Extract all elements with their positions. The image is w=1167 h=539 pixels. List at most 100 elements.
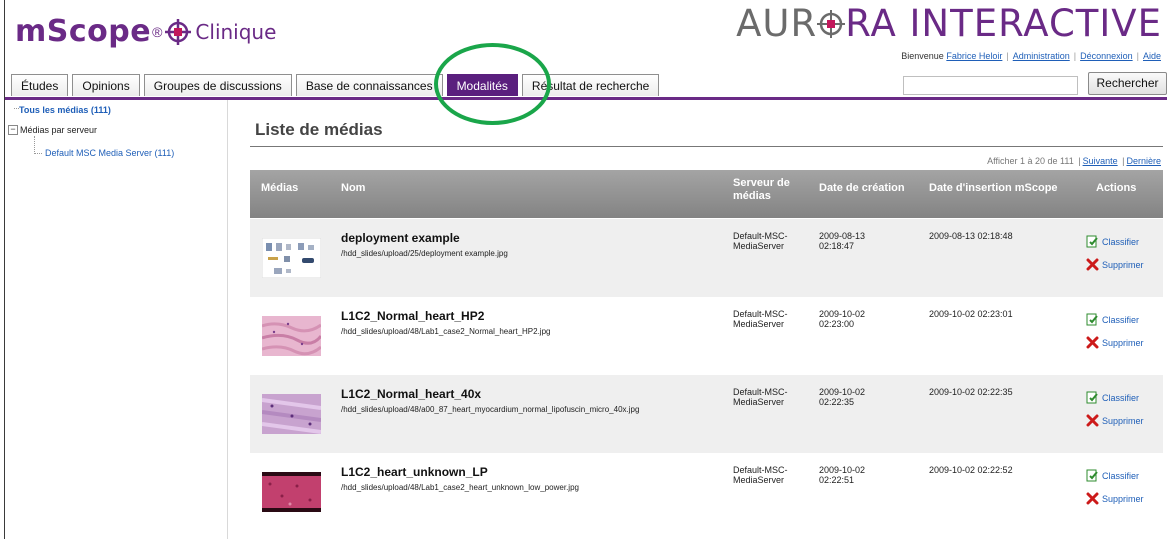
next-page-link[interactable]: Suivante <box>1083 156 1118 166</box>
logout-link[interactable]: Déconnexion <box>1080 51 1133 61</box>
search-input[interactable] <box>903 76 1078 95</box>
title-divider <box>250 146 1163 147</box>
media-server-line: MediaServer <box>733 241 785 251</box>
tree-item-media-by-server[interactable]: Médias par serveur <box>20 125 97 135</box>
classify-label: Classifier <box>1102 470 1140 481</box>
table-row[interactable]: L1C2_Normal_heart_40x /hdd_slides/upload… <box>250 375 1163 453</box>
tree-connector <box>34 136 35 154</box>
media-thumbnail[interactable] <box>262 472 321 512</box>
highlight-ellipse <box>434 43 551 125</box>
creation-date-time: 02:22:35 <box>819 397 855 407</box>
column-header-media[interactable]: Médias <box>261 182 298 194</box>
creation-date: 2009-10-02 02:23:00 <box>819 309 865 329</box>
creation-date-time: 02:23:00 <box>819 319 855 329</box>
classify-action[interactable]: Classifier <box>1086 235 1139 248</box>
column-header-server[interactable]: Serveur de médias <box>733 177 803 203</box>
tab-groupes-discussions[interactable]: Groupes de discussions <box>143 74 292 96</box>
media-server-line: MediaServer <box>733 475 785 485</box>
media-server-line: Default-MSC- <box>733 465 788 475</box>
aurora-interactive-logo: AUR RA INTERACTIVE <box>736 2 1162 45</box>
classify-label: Classifier <box>1102 314 1140 325</box>
media-thumbnail[interactable] <box>262 394 321 434</box>
media-server: Default-MSC- MediaServer <box>733 231 788 251</box>
classify-action[interactable]: Classifier <box>1086 469 1139 482</box>
media-server: Default-MSC- MediaServer <box>733 309 788 329</box>
tree-item-default-media-server[interactable]: Default MSC Media Server (111) <box>45 148 174 158</box>
document-check-icon <box>1086 469 1098 482</box>
media-server-line: Default-MSC- <box>733 309 788 319</box>
media-name[interactable]: L1C2_Normal_heart_HP2 <box>341 309 484 323</box>
classify-action[interactable]: Classifier <box>1086 313 1139 326</box>
pager-text: Afficher 1 à 20 de 111 <box>987 156 1074 166</box>
mscope-logo[interactable]: mScope ® Clinique <box>15 14 276 49</box>
creation-date-time: 02:18:47 <box>819 241 855 251</box>
tab-opinions[interactable]: Opinions <box>72 74 140 96</box>
red-x-icon <box>1086 336 1099 349</box>
delete-action[interactable]: Supprimer <box>1086 336 1144 349</box>
table-row[interactable]: L1C2_heart_unknown_LP /hdd_slides/upload… <box>250 453 1163 531</box>
delete-label: Supprimer <box>1102 415 1144 426</box>
crosshair-logo-icon <box>165 18 192 45</box>
classify-action[interactable]: Classifier <box>1086 391 1139 404</box>
document-check-icon <box>1086 391 1098 404</box>
media-server-line: MediaServer <box>733 397 785 407</box>
help-link[interactable]: Aide <box>1143 51 1161 61</box>
column-header-created[interactable]: Date de création <box>819 182 905 194</box>
creation-date-day: 2009-10-02 <box>819 309 866 319</box>
column-header-name[interactable]: Nom <box>341 182 365 194</box>
creation-date-day: 2009-10-02 <box>819 387 866 397</box>
main-tabs: Études Opinions Groupes de discussions B… <box>11 74 663 96</box>
classify-label: Classifier <box>1102 236 1140 247</box>
delete-action[interactable]: Supprimer <box>1086 492 1144 505</box>
user-bar: Bienvenue Fabrice Heloir | Administration |… <box>901 51 1161 61</box>
brand-right-text: RA INTERACTIVE <box>845 2 1162 45</box>
media-path: /hdd_slides/upload/48/Lab1_case2_heart_u… <box>341 483 579 492</box>
creation-date: 2009-08-13 02:18:47 <box>819 231 865 251</box>
logo-registered-mark: ® <box>152 23 163 40</box>
page-title: Liste de médias <box>255 120 383 139</box>
last-page-link[interactable]: Dernière <box>1126 156 1161 166</box>
delete-action[interactable]: Supprimer <box>1086 414 1144 427</box>
media-name[interactable]: deployment example <box>341 231 460 245</box>
table-row[interactable]: deployment example /hdd_slides/upload/25… <box>250 219 1163 297</box>
creation-date-day: 2009-08-13 <box>819 231 866 241</box>
delete-action[interactable]: Supprimer <box>1086 258 1144 271</box>
logo-main-text: mScope <box>15 14 152 49</box>
tree-item-all-media[interactable]: Tous les médias (111) <box>19 105 111 115</box>
collapse-icon[interactable]: − <box>8 125 18 135</box>
tab-base-connaissances[interactable]: Base de connaissances <box>295 74 443 96</box>
sidebar-tree: Tous les médias (111) − Médias par serve… <box>5 100 228 539</box>
creation-date: 2009-10-02 02:22:35 <box>819 387 865 407</box>
welcome-text: Bienvenue <box>901 51 944 61</box>
insertion-date: 2009-10-02 02:22:35 <box>929 387 1013 397</box>
media-path: /hdd_slides/upload/48/a00_87_heart_myoca… <box>341 405 640 414</box>
column-header-inserted[interactable]: Date d'insertion mScope <box>929 182 1058 194</box>
media-server-line: MediaServer <box>733 319 785 329</box>
classify-label: Classifier <box>1102 392 1140 403</box>
insertion-date: 2009-08-13 02:18:48 <box>929 231 1013 241</box>
red-x-icon <box>1086 492 1099 505</box>
pager: Afficher 1 à 20 de 111 | Suivante | Derniè… <box>987 156 1161 166</box>
crosshair-o-icon <box>817 10 846 38</box>
logo-sub-text: Clinique <box>195 19 277 44</box>
header: mScope ® Clinique AUR RA INTERACTIVE Bien… <box>5 0 1167 98</box>
media-thumbnail[interactable] <box>262 238 321 278</box>
user-name-link[interactable]: Fabrice Heloir <box>946 51 1002 61</box>
creation-date-day: 2009-10-02 <box>819 465 866 475</box>
media-server-line: Default-MSC- <box>733 387 788 397</box>
administration-link[interactable]: Administration <box>1013 51 1070 61</box>
creation-date: 2009-10-02 02:22:51 <box>819 465 865 485</box>
tree-connector <box>34 153 42 154</box>
tab-etudes[interactable]: Études <box>11 74 69 96</box>
search-button[interactable]: Rechercher <box>1088 72 1167 95</box>
media-name[interactable]: L1C2_Normal_heart_40x <box>341 387 481 401</box>
column-header-actions: Actions <box>1096 182 1137 194</box>
table-row[interactable]: L1C2_Normal_heart_HP2 /hdd_slides/upload… <box>250 297 1163 375</box>
media-server: Default-MSC- MediaServer <box>733 465 788 485</box>
media-thumbnail[interactable] <box>262 316 321 356</box>
brand-left-text: AUR <box>736 2 818 45</box>
media-server-line: Default-MSC- <box>733 231 788 241</box>
media-path: /hdd_slides/upload/25/deployment example… <box>341 249 508 258</box>
media-name[interactable]: L1C2_heart_unknown_LP <box>341 465 488 479</box>
document-check-icon <box>1086 313 1098 326</box>
